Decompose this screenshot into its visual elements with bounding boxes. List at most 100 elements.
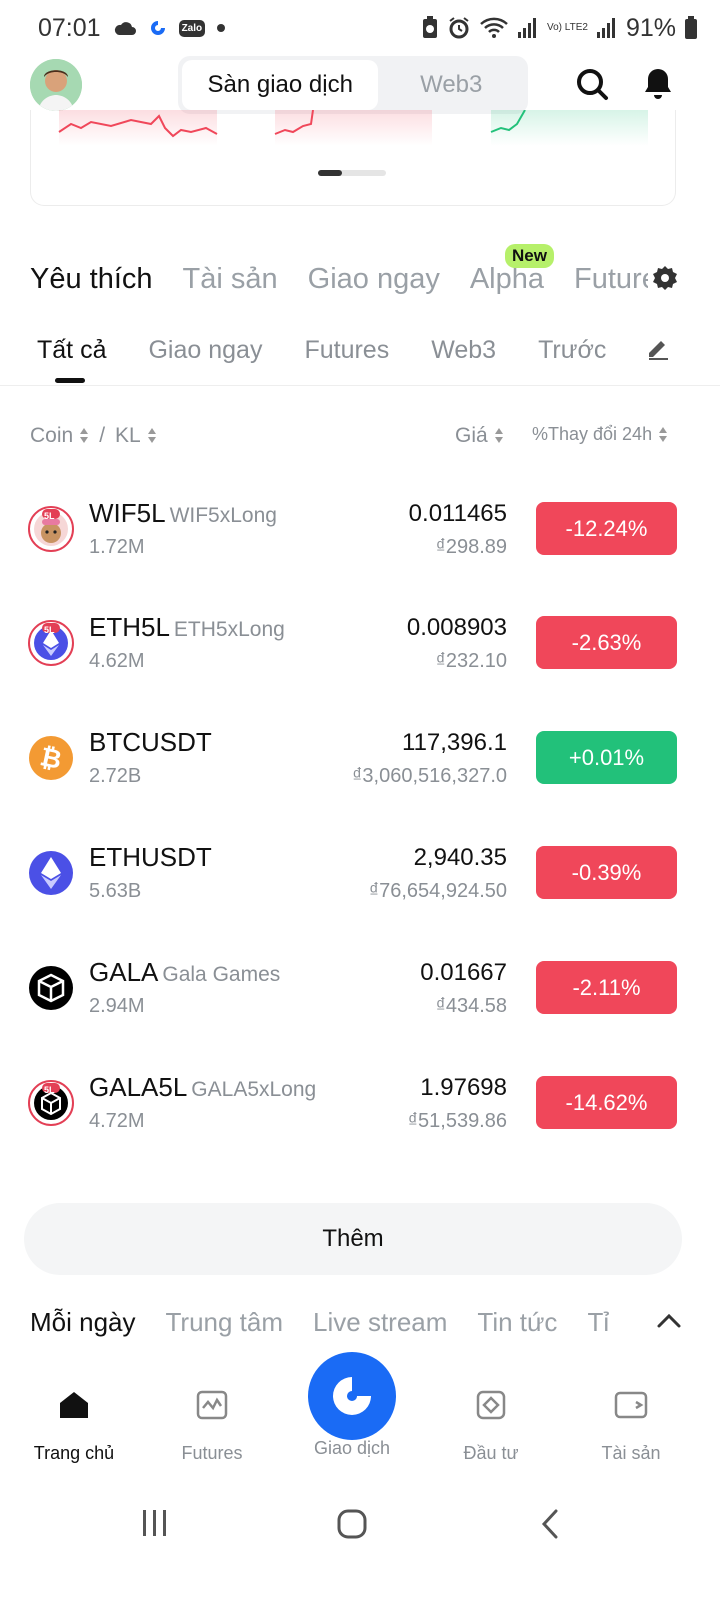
change-badge[interactable]: -2.63% — [536, 616, 677, 669]
more-button[interactable]: Thêm — [24, 1203, 682, 1275]
feed-tab-center[interactable]: Trung tâm — [166, 1307, 284, 1338]
subtab-web3[interactable]: Web3 — [431, 336, 496, 365]
battery-icon — [684, 16, 698, 40]
volume: 1.72M — [89, 536, 145, 558]
new-badge: New — [505, 244, 554, 268]
table-row[interactable]: GALA Gala Games 2.94M 0.01667 ₫434.58 -2.… — [0, 937, 720, 1051]
row-symbol: GALA5L GALA5xLong — [89, 1072, 316, 1103]
eth-icon — [28, 850, 74, 896]
tab-assets[interactable]: Tài sản — [183, 263, 278, 296]
recent-apps-icon[interactable] — [140, 1508, 170, 1543]
main-tabs: Yêu thích Tài sản Giao ngay Alpha Future… — [30, 254, 720, 304]
tab-spot[interactable]: Giao ngay — [308, 263, 440, 296]
avatar[interactable] — [30, 59, 82, 111]
column-header-price[interactable]: Giá — [455, 424, 504, 448]
change-badge[interactable]: -12.24% — [536, 502, 677, 555]
sub-tabs: Tất cả Giao ngay Futures Web3 Trước — [37, 330, 637, 370]
price: 1.97698 — [420, 1074, 507, 1101]
change-badge[interactable]: -2.11% — [536, 961, 677, 1014]
status-bar: 07:01 Zalo Vo) LTE2 91% — [0, 0, 720, 56]
change-badge[interactable]: -0.39% — [536, 846, 677, 899]
feed-tabs: Mỗi ngày Trung tâm Live stream Tin tức T… — [30, 1302, 642, 1342]
table-row[interactable]: 5L WIF5L WIF5xLong 1.72M 0.011465 ₫298.89… — [0, 478, 720, 592]
full-name: WIF5xLong — [169, 504, 277, 527]
zalo-icon: Zalo — [178, 19, 206, 37]
fiat-price: ₫51,539.86 — [407, 1110, 507, 1132]
column-header-change[interactable]: %Thay đổi 24h — [532, 424, 668, 445]
home-button-icon[interactable] — [336, 1508, 368, 1545]
sort-icon — [658, 426, 668, 443]
price: 2,940.35 — [413, 844, 507, 871]
sort-icon — [79, 428, 89, 444]
row-symbol: ETHUSDT — [89, 842, 212, 873]
chevron-up-icon[interactable] — [656, 1312, 682, 1335]
sort-icon — [147, 428, 157, 444]
nav-futures[interactable]: Futures — [142, 1390, 282, 1464]
symbol: GALA — [89, 957, 159, 987]
change-badge[interactable]: -14.62% — [536, 1076, 677, 1129]
symbol: WIF5L — [89, 498, 166, 528]
nav-assets[interactable]: Tài sản — [561, 1390, 701, 1464]
row-symbol: BTCUSDT — [89, 727, 212, 758]
nav-home[interactable]: Trang chủ — [4, 1390, 144, 1464]
table-row[interactable]: 5L GALA5L GALA5xLong 4.72M 1.97698 ₫51,53… — [0, 1052, 720, 1166]
subtab-spot[interactable]: Giao ngay — [148, 336, 262, 365]
row-symbol: WIF5L WIF5xLong — [89, 498, 277, 529]
volume: 4.62M — [89, 650, 145, 672]
full-name: GALA5xLong — [191, 1078, 317, 1101]
fiat-price: ₫434.58 — [435, 995, 507, 1017]
cloud-icon — [113, 20, 137, 36]
segment-web3[interactable]: Web3 — [378, 60, 524, 110]
nav-label: Đầu tư — [463, 1443, 519, 1463]
gear-icon[interactable] — [648, 265, 678, 296]
full-name: Gala Games — [162, 963, 281, 986]
alarm-icon — [447, 16, 471, 40]
change-header-label: %Thay đổi 24h — [532, 424, 653, 444]
feed-tab-news[interactable]: Tin tức — [477, 1307, 557, 1338]
segment-exchange[interactable]: Sàn giao dịch — [182, 60, 379, 110]
wifi-icon — [479, 17, 509, 39]
invest-icon — [475, 1390, 507, 1425]
nav-trade[interactable]: Giao dịch — [282, 1390, 422, 1459]
fiat-price: ₫298.89 — [435, 536, 507, 558]
volume: 2.72B — [89, 765, 142, 787]
feed-tab-daily[interactable]: Mỗi ngày — [30, 1307, 136, 1338]
feed-tab-livestream[interactable]: Live stream — [313, 1307, 447, 1338]
search-icon[interactable] — [574, 66, 610, 102]
price: 117,396.1 — [402, 729, 507, 756]
coin-header-label: Coin — [30, 424, 74, 447]
subtab-all[interactable]: Tất cả — [37, 336, 106, 365]
market-highlight-card[interactable] — [30, 110, 676, 206]
subtab-futures[interactable]: Futures — [304, 336, 389, 365]
volume: 4.72M — [89, 1110, 145, 1132]
feed-tab-more[interactable]: Tỉ — [587, 1307, 609, 1338]
price: 0.011465 — [408, 500, 507, 527]
tab-favorites[interactable]: Yêu thích — [30, 263, 153, 296]
table-row[interactable]: ₿ BTCUSDT 2.72B 117,396.1 ₫3,060,516,327… — [0, 707, 720, 821]
home-icon — [58, 1390, 90, 1425]
nav-label: Giao dịch — [313, 1438, 391, 1458]
nav-label: Futures — [181, 1443, 243, 1463]
volume: 2.94M — [89, 995, 145, 1017]
table-row[interactable]: ETHUSDT 5.63B 2,940.35 ₫76,654,924.50 -0… — [0, 822, 720, 936]
sparkline-charts — [58, 110, 648, 146]
carousel-pager — [318, 170, 386, 176]
bottom-nav: Trang chủ Futures Giao dịch Đầu tư Tài s… — [0, 1352, 720, 1480]
back-icon[interactable] — [538, 1508, 562, 1545]
header-separator: / — [99, 424, 106, 447]
symbol: BTCUSDT — [89, 727, 212, 757]
row-symbol: ETH5L ETH5xLong — [89, 612, 285, 643]
column-header-coin[interactable]: Coin / KL — [30, 424, 157, 448]
change-badge[interactable]: +0.01% — [536, 731, 677, 784]
nav-label: Tài sản — [601, 1443, 661, 1463]
subtab-previous[interactable]: Trước — [538, 336, 606, 365]
sort-icon — [494, 428, 504, 444]
signal-icon-1 — [517, 17, 539, 39]
edit-icon[interactable] — [645, 335, 671, 366]
table-row[interactable]: 5L ETH5L ETH5xLong 4.62M 0.008903 ₫232.10… — [0, 592, 720, 706]
exchange-segment-control: Sàn giao dịch Web3 — [178, 56, 528, 114]
nav-invest[interactable]: Đầu tư — [421, 1390, 561, 1464]
volume-header-label: KL — [115, 424, 141, 447]
notification-bell-icon[interactable] — [640, 66, 676, 102]
btc-icon: ₿ — [28, 735, 74, 781]
